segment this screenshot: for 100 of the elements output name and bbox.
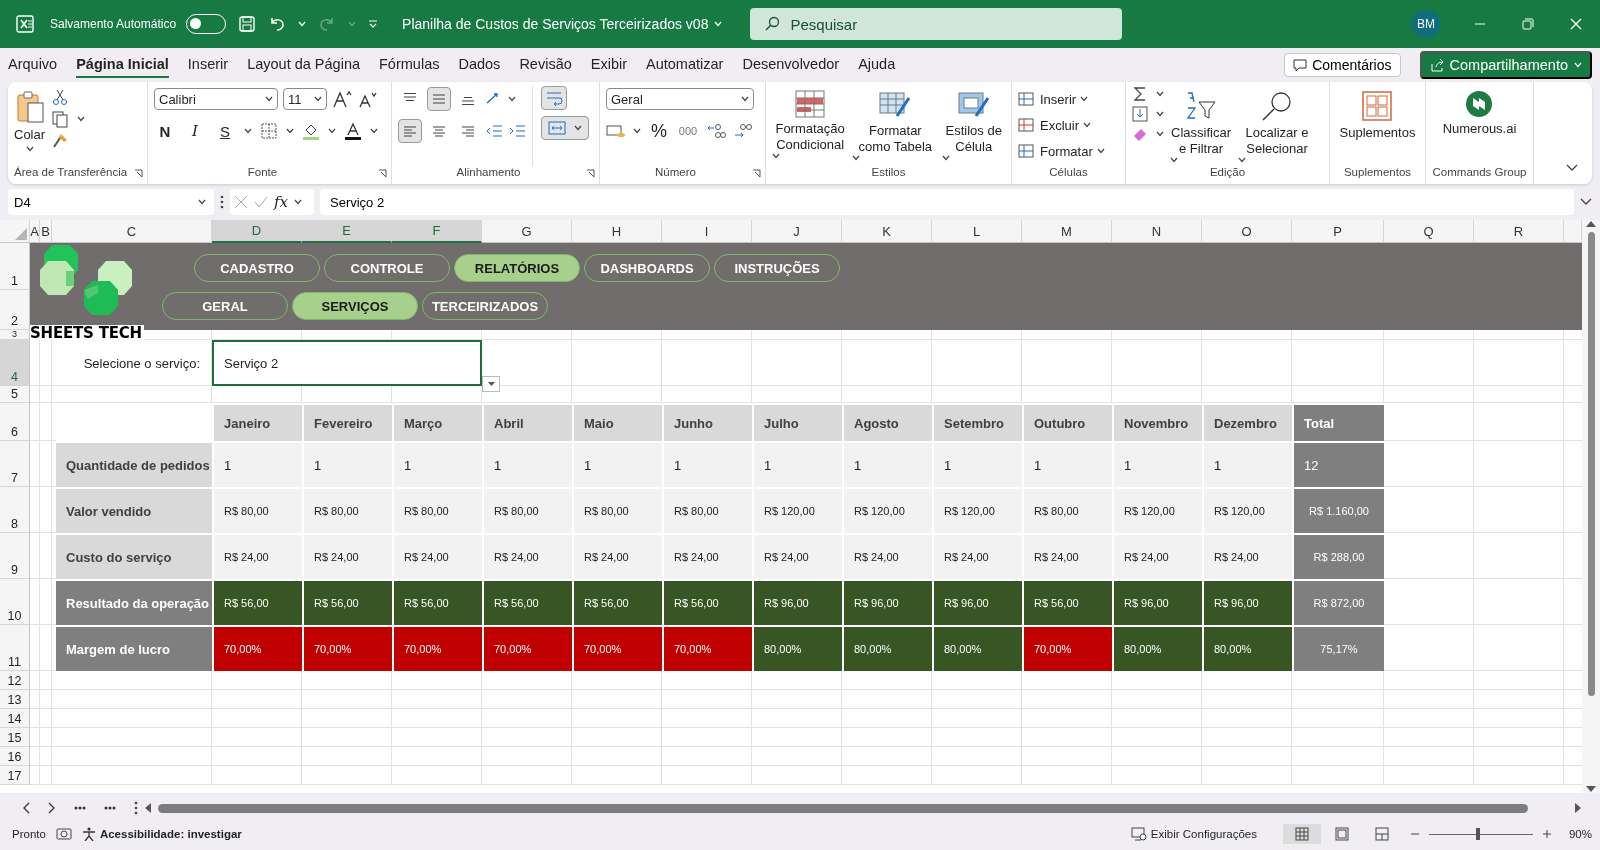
column-header[interactable]: F (392, 220, 482, 243)
caret-icon[interactable] (198, 199, 206, 205)
previous-sheet-icon[interactable] (22, 802, 30, 814)
caret-icon[interactable] (633, 128, 641, 134)
save-icon[interactable] (238, 15, 257, 33)
italic-button[interactable]: I (184, 119, 206, 143)
menu-tab[interactable]: Revisão (519, 52, 572, 78)
row-header[interactable]: 9 (0, 533, 30, 579)
nav-tab[interactable]: SERVIÇOS (292, 292, 418, 320)
row-header[interactable]: 15 (0, 728, 30, 747)
increase-decimal-icon[interactable] (706, 122, 726, 140)
undo-icon[interactable] (268, 15, 287, 33)
row-header[interactable]: 12 (0, 671, 30, 690)
ribbon-button[interactable]: Localizar e Selecionar (1238, 86, 1316, 166)
column-header[interactable]: Q (1384, 220, 1474, 243)
row-header[interactable]: 2 (0, 290, 30, 330)
menu-tab[interactable]: Automatizar (646, 52, 724, 78)
view-button[interactable] (1282, 824, 1321, 844)
row-header[interactable]: 13 (0, 690, 30, 709)
caret-icon[interactable] (25, 146, 34, 152)
column-header[interactable]: C (52, 220, 212, 243)
caret-icon[interactable] (852, 155, 861, 161)
numerous-button[interactable]: Numerous.ai (1442, 86, 1517, 166)
font-size-dropdown[interactable]: 11 (283, 88, 327, 110)
font-color-icon[interactable] (344, 122, 362, 140)
column-header[interactable]: L (932, 220, 1022, 243)
zoom-thumb[interactable] (1475, 828, 1480, 840)
ribbon-button[interactable]: Inserir (1018, 86, 1119, 112)
percent-button[interactable]: % (648, 119, 670, 143)
column-header[interactable]: G (482, 220, 572, 243)
column-header[interactable]: B (40, 220, 52, 243)
autosum-icon[interactable] (1132, 86, 1148, 102)
grow-font-icon[interactable] (332, 90, 352, 108)
scroll-up-icon[interactable] (1586, 220, 1596, 228)
formula-input[interactable]: Serviço 2 (320, 189, 1574, 215)
column-header[interactable]: D (212, 220, 302, 243)
font-family-dropdown[interactable]: Calibri (154, 88, 278, 110)
display-settings-button[interactable]: Exibir Configurações (1150, 828, 1257, 840)
column-header[interactable]: I (662, 220, 752, 243)
ribbon-button[interactable]: Formatar (1018, 138, 1119, 164)
caret-icon[interactable] (1156, 91, 1164, 97)
caret-icon[interactable] (370, 128, 378, 134)
row-header[interactable]: 14 (0, 709, 30, 728)
underline-button[interactable]: S (214, 119, 236, 143)
menu-tab[interactable]: Desenvolvedor (742, 52, 840, 78)
column-header[interactable]: R (1474, 220, 1564, 243)
caret-icon[interactable] (244, 128, 252, 134)
decrease-indent-icon[interactable] (485, 124, 503, 138)
addins-button[interactable]: Suplementos (1339, 86, 1416, 166)
row-header[interactable]: 6 (0, 403, 30, 441)
row-header[interactable]: 7 (0, 441, 30, 487)
more-options-icon[interactable] (220, 195, 224, 209)
column-header[interactable]: E (302, 220, 392, 243)
ribbon-button[interactable]: Estilos de Célula (942, 86, 1005, 166)
bold-button[interactable]: N (154, 119, 176, 143)
menu-tab[interactable]: Página Inicial (76, 52, 169, 78)
menu-tab[interactable]: Fórmulas (379, 52, 440, 78)
expand-formula-bar-icon[interactable] (1580, 198, 1592, 206)
caret-icon[interactable] (574, 125, 582, 131)
close-icon[interactable] (1570, 18, 1582, 30)
more-sheets-icon[interactable] (104, 806, 116, 810)
caret-icon[interactable] (1156, 131, 1164, 137)
dialog-launcher-icon[interactable] (752, 169, 761, 178)
decrease-decimal-icon[interactable] (733, 122, 753, 140)
cut-icon[interactable] (51, 88, 70, 106)
borders-icon[interactable] (260, 122, 278, 140)
row-header[interactable]: 11 (0, 625, 30, 671)
comments-button[interactable]: Comentários (1284, 53, 1401, 77)
menu-tab[interactable]: Dados (458, 52, 501, 78)
column-header[interactable]: K (842, 220, 932, 243)
caret-icon[interactable] (1083, 122, 1091, 128)
next-sheet-icon[interactable] (48, 802, 56, 814)
macro-recorder-icon[interactable] (55, 827, 72, 841)
name-box[interactable]: D4 (8, 189, 214, 215)
display-settings-icon[interactable] (1130, 827, 1147, 841)
format-painter-icon[interactable] (51, 132, 70, 150)
caret-icon[interactable] (286, 128, 294, 134)
shrink-font-icon[interactable] (357, 90, 377, 108)
increase-indent-icon[interactable] (508, 124, 526, 138)
accessibility-status[interactable]: Acessibilidade: investigar (99, 828, 242, 840)
row-header[interactable]: 17 (0, 766, 30, 785)
column-header[interactable]: P (1292, 220, 1384, 243)
caret-icon[interactable] (508, 96, 516, 102)
caret-icon[interactable] (265, 96, 273, 102)
paste-button[interactable]: Colar (14, 86, 46, 166)
fill-down-icon[interactable] (1132, 106, 1148, 122)
fill-color-icon[interactable] (302, 122, 320, 140)
ribbon-button[interactable]: Excluir (1018, 112, 1119, 138)
row-header[interactable]: 1 (0, 243, 30, 290)
column-header[interactable]: J (752, 220, 842, 243)
caret-icon[interactable] (1156, 111, 1164, 117)
selected-cell[interactable]: Serviço 2 (212, 340, 482, 386)
menu-tab[interactable]: Inserir (187, 52, 229, 78)
dropdown-button[interactable] (482, 376, 500, 392)
zoom-in-icon[interactable] (1542, 830, 1551, 838)
row-header[interactable]: 16 (0, 747, 30, 766)
copy-icon[interactable] (51, 110, 70, 128)
menu-tab[interactable]: Layout da Página (247, 52, 360, 78)
spreadsheet-app-icon[interactable] (16, 15, 34, 33)
ribbon-button[interactable]: Formatação Condicional (772, 86, 849, 166)
